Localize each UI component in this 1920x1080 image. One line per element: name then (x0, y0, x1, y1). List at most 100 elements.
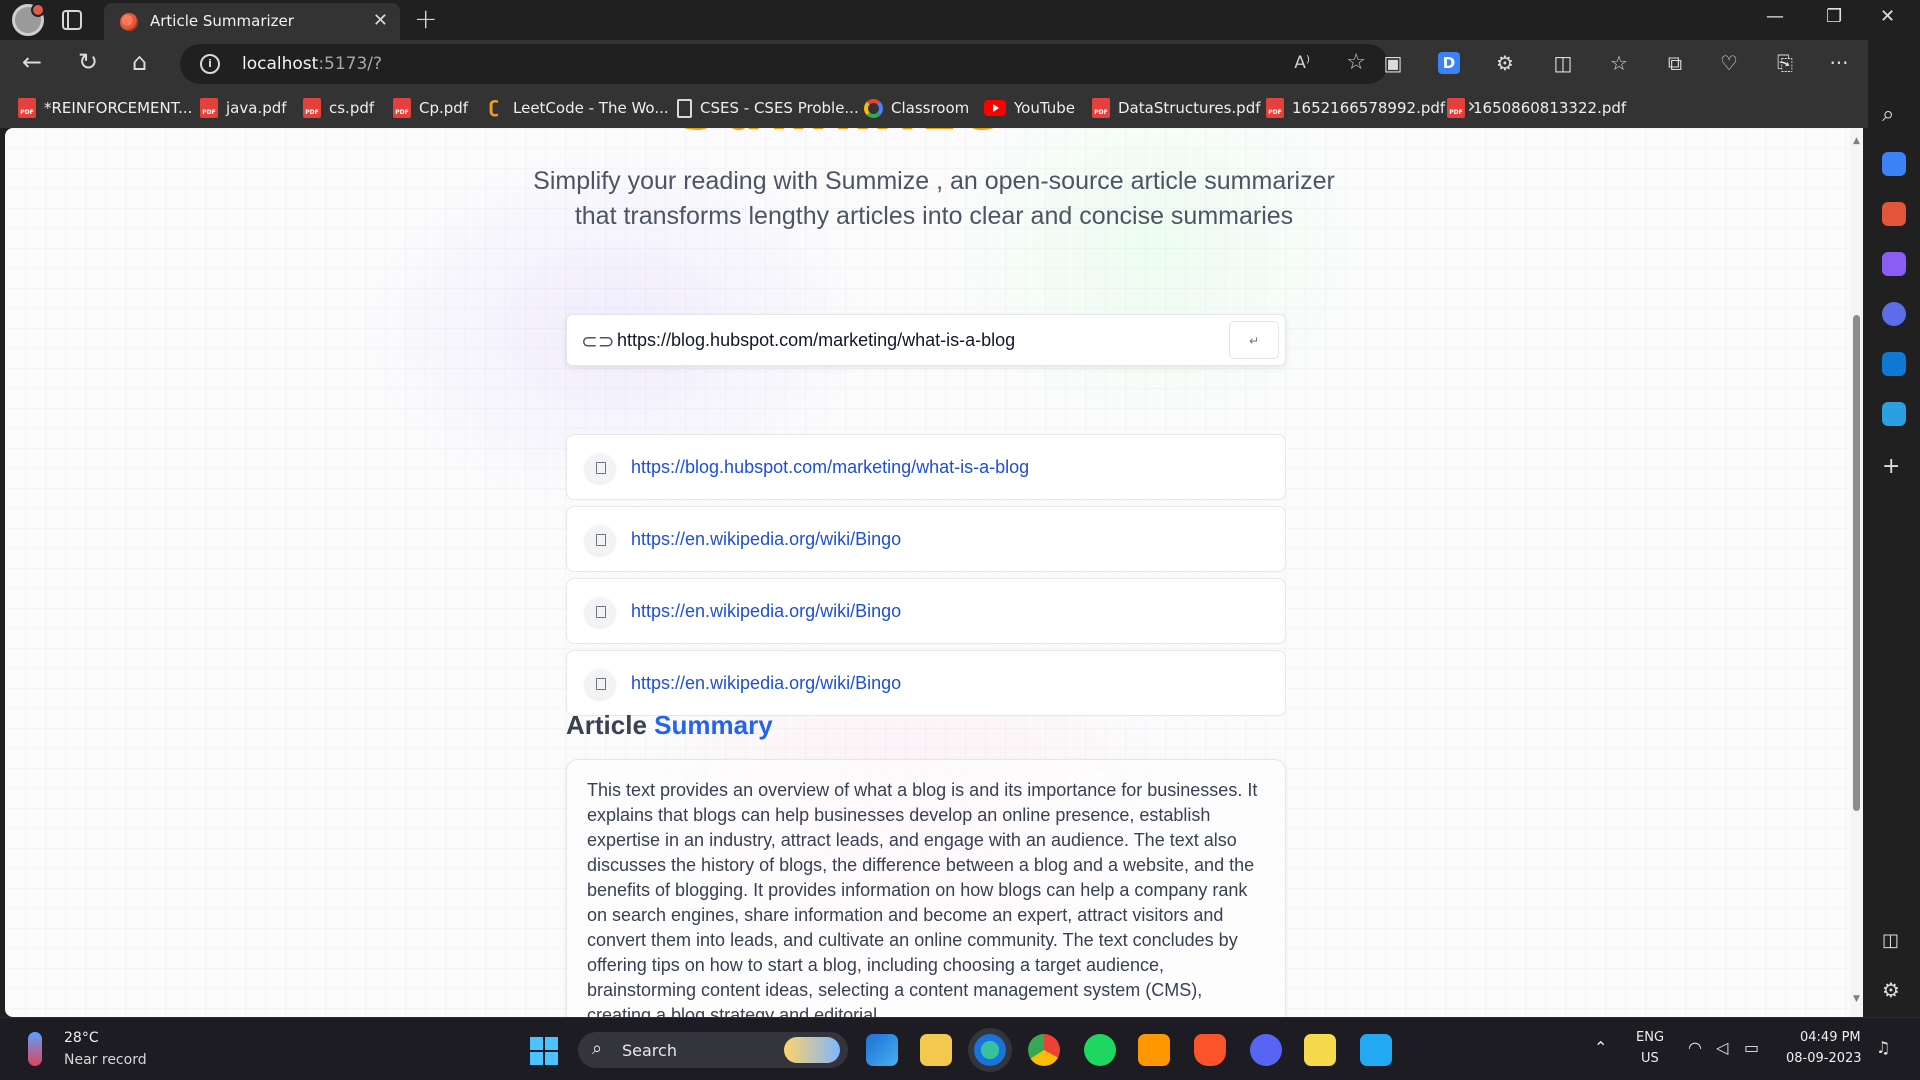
clock-date[interactable]: 08-09-2023 (1786, 1051, 1862, 1066)
close-tab-icon[interactable]: ✕ (373, 10, 388, 31)
favorites-icon[interactable]: ☆ (1608, 52, 1630, 74)
discord-app-icon[interactable] (1250, 1034, 1282, 1066)
bookmark-item[interactable]: Classroom (864, 96, 969, 120)
copy-icon[interactable] (585, 453, 615, 483)
home-icon[interactable]: ⌂ (132, 48, 147, 76)
settings-more-icon[interactable]: ··· (1828, 52, 1850, 74)
sidebar-tools-icon[interactable] (1882, 202, 1906, 226)
scroll-up-icon[interactable]: ▲ (1850, 136, 1863, 146)
copy-icon[interactable] (585, 669, 615, 699)
pdf-icon: PDF (1447, 98, 1465, 118)
spotify-app-icon[interactable] (1084, 1034, 1116, 1066)
site-info-icon[interactable]: i (200, 54, 220, 74)
start-icon[interactable] (530, 1037, 558, 1065)
history-link[interactable]: https://en.wikipedia.org/wiki/Bingo (631, 529, 901, 550)
sidebar-telegram-icon[interactable] (1882, 402, 1906, 426)
bookmark-item[interactable]: PDF Cp.pdf (393, 96, 468, 120)
split-screen-icon[interactable]: ◫ (1552, 52, 1574, 74)
tab-article-summarizer[interactable]: Article Summarizer ✕ (104, 3, 400, 40)
refresh-icon[interactable]: ↻ (78, 48, 98, 76)
taskbar-search-label: Search (622, 1041, 677, 1060)
chevron-up-icon[interactable]: ⌃ (1594, 1038, 1607, 1057)
submit-button[interactable]: ↵ (1229, 321, 1279, 359)
site-favicon-icon (120, 13, 138, 31)
article-url-input[interactable] (617, 330, 1197, 351)
scroll-down-icon[interactable]: ▼ (1850, 994, 1863, 1004)
sublime-text-icon[interactable] (1138, 1034, 1170, 1066)
history-link[interactable]: https://en.wikipedia.org/wiki/Bingo (631, 601, 901, 622)
share-icon[interactable]: ⎘ (1774, 52, 1796, 74)
language-label[interactable]: ENG (1636, 1030, 1664, 1045)
taskbar-search[interactable]: ⌕ Search (578, 1032, 848, 1068)
scrollbar-thumb[interactable] (1853, 315, 1860, 811)
back-icon[interactable]: ← (22, 48, 42, 76)
close-window-icon[interactable]: ✕ (1880, 6, 1895, 27)
address-bar[interactable]: i localhost:5173/? A⁾ ☆ (180, 44, 1388, 84)
search-highlight-icon (784, 1037, 840, 1063)
sidebar-games-icon[interactable] (1882, 252, 1906, 276)
history-link[interactable]: https://blog.hubspot.com/marketing/what-… (631, 457, 1029, 478)
notification-bell-icon[interactable]: ♫ (1876, 1038, 1890, 1057)
tab-actions-icon[interactable] (62, 10, 82, 30)
history-link[interactable]: https://en.wikipedia.org/wiki/Bingo (631, 673, 901, 694)
sidebar-settings-icon[interactable]: ⚙ (1882, 978, 1906, 1002)
tagline: Simplify your reading with Summize , an … (533, 167, 1335, 230)
sidebar-toggle-icon[interactable]: ◫ (1882, 930, 1906, 954)
history-item[interactable]: https://en.wikipedia.org/wiki/Bingo (566, 578, 1286, 644)
sidebar-search-icon[interactable]: ⌕ (1882, 102, 1906, 127)
page-viewport: Summize Simplify your reading with Summi… (5, 128, 1863, 1017)
copy-icon[interactable] (585, 525, 615, 555)
bookmarks-bar: PDF *REINFORCEMENT... PDF java.pdf PDF cs.p… (0, 88, 1920, 128)
weather-status[interactable]: Near record (64, 1052, 147, 1068)
extension-square-icon[interactable]: ▣ (1382, 52, 1404, 74)
bookmark-item[interactable]: YouTube (984, 96, 1075, 120)
new-tab-button[interactable]: + (414, 2, 437, 35)
sidebar-shopping-icon[interactable] (1882, 152, 1906, 176)
leetcode-icon: ʗ (489, 98, 499, 118)
chrome-app-icon[interactable] (1028, 1034, 1060, 1066)
url-search-form: ⊂⊃ ↵ (566, 314, 1286, 366)
browser-essentials-icon[interactable]: ♡ (1718, 52, 1740, 74)
region-label[interactable]: US (1641, 1051, 1659, 1066)
edge-beta-app-icon[interactable] (866, 1034, 898, 1066)
summary-heading: Article Summary (566, 710, 773, 740)
bookmark-item[interactable]: ʗ LeetCode - The Wo... (489, 96, 669, 120)
restore-icon[interactable]: ❐ (1826, 6, 1842, 27)
extension-d-icon[interactable]: D (1438, 52, 1460, 74)
clock-time[interactable]: 04:49 PM (1800, 1030, 1861, 1045)
read-aloud-icon[interactable]: A⁾ (1294, 53, 1310, 73)
pdf-icon: PDF (1092, 98, 1110, 118)
minimize-icon[interactable]: — (1766, 6, 1784, 27)
youtube-icon (984, 100, 1006, 116)
history-item[interactable]: https://blog.hubspot.com/marketing/what-… (566, 434, 1286, 500)
bookmark-item[interactable]: PDF java.pdf (200, 96, 287, 120)
battery-icon[interactable]: ▭ (1744, 1038, 1759, 1057)
weather-icon[interactable] (28, 1032, 42, 1066)
brave-app-icon[interactable] (1194, 1034, 1226, 1066)
volume-icon[interactable]: ◁ (1716, 1038, 1728, 1057)
history-item[interactable]: https://en.wikipedia.org/wiki/Bingo (566, 650, 1286, 716)
history-item[interactable]: https://en.wikipedia.org/wiki/Bingo (566, 506, 1286, 572)
edge-sidebar (1868, 40, 1920, 1017)
sidebar-add-icon[interactable]: + (1882, 454, 1906, 479)
profile-avatar[interactable] (12, 3, 45, 36)
weather-temp[interactable]: 28°C (64, 1030, 99, 1046)
copy-icon[interactable] (585, 597, 615, 627)
chevron-right-icon[interactable]: › (1467, 94, 1476, 119)
file-explorer-icon[interactable] (920, 1034, 952, 1066)
sidebar-outlook-icon[interactable] (1882, 352, 1906, 376)
wifi-icon[interactable]: ◠ (1688, 1038, 1702, 1057)
bookmark-item[interactable]: PDF 1652166578992.pdf (1266, 96, 1445, 120)
bookmark-item[interactable]: PDF DataStructures.pdf (1092, 96, 1261, 120)
favorite-star-icon[interactable]: ☆ (1346, 50, 1366, 75)
sticky-notes-icon[interactable] (1304, 1034, 1336, 1066)
collections-icon[interactable]: ⧉ (1664, 52, 1686, 74)
extensions-puzzle-icon[interactable]: ⚙ (1494, 52, 1516, 74)
address-url[interactable]: localhost:5173/? (242, 54, 382, 74)
sidebar-office-icon[interactable] (1882, 302, 1906, 326)
bookmark-item[interactable]: PDF cs.pdf (303, 96, 374, 120)
edge-app-icon[interactable] (974, 1034, 1006, 1066)
bookmark-item[interactable]: PDF *REINFORCEMENT... (18, 96, 192, 120)
bookmark-item[interactable]: CSES - CSES Proble... (677, 96, 859, 120)
vscode-app-icon[interactable] (1360, 1034, 1392, 1066)
